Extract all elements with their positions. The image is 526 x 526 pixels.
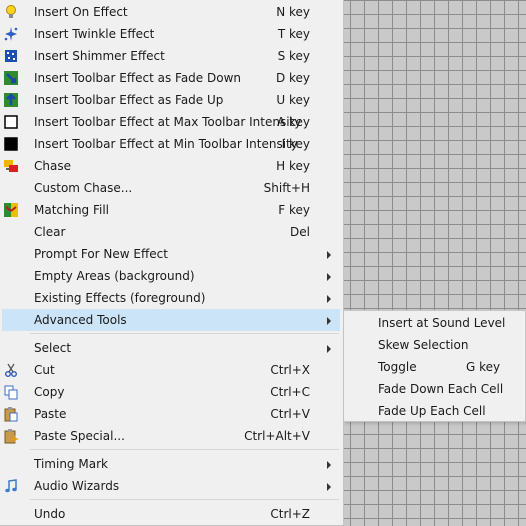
menu-item-label: Insert Toolbar Effect as Fade Up [34,93,224,107]
menu-item-label: Select [34,341,72,355]
menu-item-insert-on-effect[interactable]: Insert On Effect N key [0,1,343,23]
submenu-item-label: Toggle [378,360,417,374]
max-intensity-icon [4,115,18,129]
menu-item-label: Paste Special... [34,429,125,443]
submenu-arrow-icon [327,317,331,325]
menu-item-undo[interactable]: Undo Ctrl+Z [0,503,343,525]
menu-item-label: Insert Toolbar Effect at Min Toolbar Int… [34,137,298,151]
menu-item-clear[interactable]: Clear Del [0,221,343,243]
menu-item-prompt-for-new-effect[interactable]: Prompt For New Effect [0,243,343,265]
submenu-item-label: Insert at Sound Level [378,316,506,330]
menu-item-advanced-tools[interactable]: Advanced Tools [2,309,340,331]
menu-item-shortcut: Ctrl+Z [270,507,310,521]
menu-item-label: Timing Mark [34,457,108,471]
menu-item-insert-shimmer-effect[interactable]: Insert Shimmer Effect S key [0,45,343,67]
menu-item-timing-mark[interactable]: Timing Mark [0,453,343,475]
menu-item-shortcut: Ctrl+X [270,363,310,377]
menu-item-label: Copy [34,385,65,399]
menu-item-label: Existing Effects (foreground) [34,291,206,305]
menu-separator [30,449,339,450]
music-note-icon [5,479,17,493]
submenu-item-fade-down-each-cell[interactable]: Fade Down Each Cell [344,378,525,400]
menu-item-shortcut: U key [276,93,310,107]
menu-item-label: Clear [34,225,66,239]
menu-item-label: Prompt For New Effect [34,247,168,261]
menu-item-shortcut: A key [276,115,310,129]
submenu-item-label: Skew Selection [378,338,469,352]
menu-item-label: Insert Toolbar Effect as Fade Down [34,71,241,85]
menu-item-label: Paste [34,407,67,421]
menu-item-label: Chase [34,159,71,173]
menu-item-label: Insert Toolbar Effect at Max Toolbar Int… [34,115,302,129]
submenu-arrow-icon [327,461,331,469]
menu-item-shortcut: D key [275,71,310,85]
submenu-item-label: Fade Down Each Cell [378,382,504,396]
menu-separator [30,333,339,334]
submenu-item-shortcut: G key [466,360,501,374]
menu-item-shortcut: H key [276,159,310,173]
submenu-arrow-icon [327,273,331,281]
menu-item-shortcut: F key [278,203,310,217]
submenu-arrow-icon [327,345,331,353]
menu-item-shortcut: S key [277,49,310,63]
chase-icon [4,160,18,172]
menu-item-copy[interactable]: Copy Ctrl+C [0,381,343,403]
menu-item-insert-toolbar-effect-as-fade-down[interactable]: Insert Toolbar Effect as Fade Down D key [0,67,343,89]
fade-down-icon [4,71,18,85]
menu-item-label: Advanced Tools [34,313,127,327]
submenu-arrow-icon [327,251,331,259]
menu-item-shortcut: Ctrl+Alt+V [244,429,310,443]
menu-item-matching-fill[interactable]: Matching Fill F key [0,199,343,221]
menu-item-existing-effects-foreground[interactable]: Existing Effects (foreground) [0,287,343,309]
menu-item-label: Insert Shimmer Effect [34,49,165,63]
menu-item-label: Audio Wizards [34,479,120,493]
menu-item-shortcut: T key [277,27,310,41]
menu-item-label: Matching Fill [34,203,110,217]
menu-item-audio-wizards[interactable]: Audio Wizards [0,475,343,497]
menu-item-label: Insert On Effect [34,5,128,19]
menu-item-shortcut: Ctrl+V [270,407,310,421]
menu-item-shortcut: N key [276,5,310,19]
fade-up-icon [4,93,18,107]
paste-icon [4,407,18,422]
paste-special-icon [4,429,19,444]
menu-item-shortcut: Ctrl+C [270,385,310,399]
context-menu: Insert On Effect N key Insert Twinkle Effe… [0,0,344,526]
submenu-arrow-icon [327,295,331,303]
menu-item-label: Undo [34,507,66,521]
min-intensity-icon [4,137,18,151]
twinkle-icon [4,27,18,41]
menu-item-cut[interactable]: Cut Ctrl+X [0,359,343,381]
menu-item-label: Insert Twinkle Effect [34,27,155,41]
copy-icon [4,385,18,400]
submenu-item-toggle[interactable]: Toggle G key [344,356,525,378]
menu-item-empty-areas-background[interactable]: Empty Areas (background) [0,265,343,287]
scissors-icon [5,363,17,377]
menu-item-shortcut: I key [281,137,310,151]
menu-item-insert-toolbar-effect-at-max-toolbar-intensity[interactable]: Insert Toolbar Effect at Max Toolbar Int… [0,111,343,133]
menu-item-select[interactable]: Select [0,337,343,359]
menu-item-insert-toolbar-effect-at-min-toolbar-intensity[interactable]: Insert Toolbar Effect at Min Toolbar Int… [0,133,343,155]
menu-separator [30,499,339,500]
menu-item-label: Cut [34,363,55,377]
submenu-arrow-icon [327,483,331,491]
submenu-item-insert-at-sound-level[interactable]: Insert at Sound Level [344,312,525,334]
submenu-item-fade-up-each-cell[interactable]: Fade Up Each Cell [344,400,525,422]
menu-item-paste[interactable]: Paste Ctrl+V [0,403,343,425]
submenu-item-label: Fade Up Each Cell [378,404,486,418]
menu-item-custom-chase[interactable]: Custom Chase... Shift+H [0,177,343,199]
menu-item-paste-special[interactable]: Paste Special... Ctrl+Alt+V [0,425,343,447]
menu-item-label: Custom Chase... [34,181,133,195]
lightbulb-icon [6,5,16,18]
menu-item-insert-twinkle-effect[interactable]: Insert Twinkle Effect T key [0,23,343,45]
menu-item-label: Empty Areas (background) [34,269,195,283]
advanced-tools-submenu: Insert at Sound Level Skew Selection Toggl… [343,310,526,422]
matching-fill-icon [4,203,18,217]
menu-item-shortcut: Del [290,225,310,239]
menu-item-shortcut: Shift+H [263,181,310,195]
submenu-item-skew-selection[interactable]: Skew Selection [344,334,525,356]
menu-item-chase[interactable]: Chase H key [0,155,343,177]
menu-item-insert-toolbar-effect-as-fade-up[interactable]: Insert Toolbar Effect as Fade Up U key [0,89,343,111]
shimmer-icon [5,50,17,62]
